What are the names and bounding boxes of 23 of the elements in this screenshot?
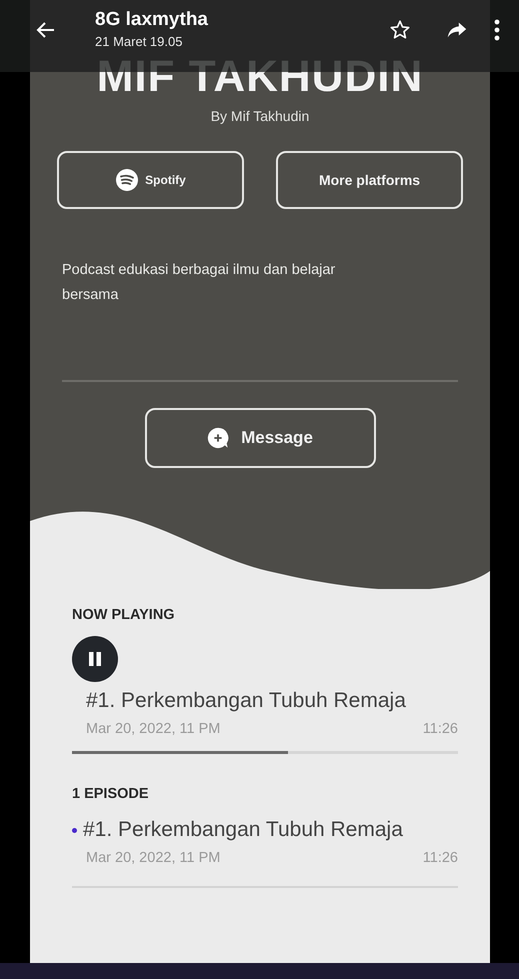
podcast-title: MIF TAKHUDIN: [96, 54, 424, 100]
section-heading: NOW PLAYING: [72, 607, 176, 623]
more-icon[interactable]: [494, 19, 500, 41]
play-pause-button[interactable]: [72, 636, 118, 682]
progress-bar[interactable]: [72, 751, 458, 754]
add-message-icon: [207, 427, 230, 449]
platform-button[interactable]: More platforms: [276, 151, 463, 209]
message-button[interactable]: Message: [144, 408, 376, 468]
section-heading: 1 EPISODE: [72, 786, 150, 802]
timestamp: 21 Maret 19.05: [95, 34, 184, 49]
chat-title: 8G laxmytha: [95, 9, 208, 31]
back-arrow-icon[interactable]: [36, 20, 56, 40]
episode-title: #1. Perkembangan Tubuh Remaja: [86, 689, 407, 713]
podcast-author: By Mif Takhudin: [210, 108, 310, 124]
platform-button[interactable]: Spotify: [57, 151, 244, 209]
spotify-logo-icon: [115, 168, 140, 192]
episode-date: Mar 20, 2022, 11 PM: [86, 721, 220, 737]
episode-duration: 11:26: [422, 721, 458, 737]
podcast-description: Podcast edukasi berbagai ilmu dan belajar bersama: [62, 261, 336, 305]
episode-date: Mar 20, 2022, 11 PM: [86, 850, 220, 866]
episode-title[interactable]: #1. Perkembangan Tubuh Remaja: [83, 818, 403, 842]
episode-duration: 11:26: [422, 850, 458, 866]
star-icon[interactable]: [389, 19, 411, 41]
